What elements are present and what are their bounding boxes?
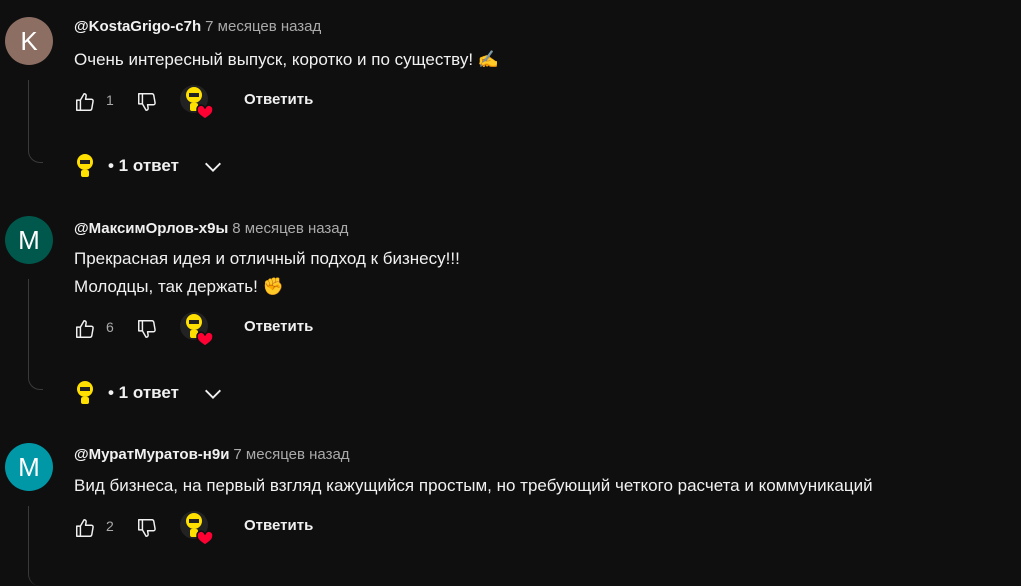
- replies-count[interactable]: • 1 ответ: [108, 383, 179, 403]
- comment-text: Прекрасная идея и отличный подход к бизн…: [74, 245, 460, 301]
- dislike-icon[interactable]: [136, 91, 158, 113]
- like-icon[interactable]: [74, 91, 96, 113]
- comment-header: @МаксимОрлов-х9ы 8 месяцев назад: [74, 220, 348, 237]
- avatar-letter: M: [18, 451, 40, 482]
- reply-button[interactable]: Ответить: [244, 517, 313, 534]
- avatar[interactable]: M: [5, 443, 53, 491]
- creator-heart-icon: [176, 310, 216, 350]
- replies-count[interactable]: • 1 ответ: [108, 156, 179, 176]
- chevron-down-icon[interactable]: [202, 383, 224, 405]
- comment-line: Очень интересный выпуск, коротко и по су…: [74, 50, 499, 69]
- author-name[interactable]: @МуратМуратов-н9и: [74, 446, 229, 463]
- creator-heart-icon: [176, 83, 216, 123]
- creator-heart-icon: [176, 509, 216, 549]
- author-name[interactable]: @KostaGrigo-c7h: [74, 18, 201, 35]
- thread-line: [28, 506, 43, 586]
- dislike-icon[interactable]: [136, 517, 158, 539]
- comment-header: @KostaGrigo-c7h 7 месяцев назад: [74, 18, 321, 35]
- avatar[interactable]: M: [5, 216, 53, 264]
- comment-line: Молодцы, так держать! ✊: [74, 277, 284, 296]
- like-count: 1: [106, 92, 114, 108]
- reply-button[interactable]: Ответить: [244, 91, 313, 108]
- dislike-icon[interactable]: [136, 318, 158, 340]
- timestamp[interactable]: 7 месяцев назад: [205, 18, 321, 35]
- like-icon[interactable]: [74, 318, 96, 340]
- like-count: 6: [106, 319, 114, 335]
- creator-avatar-icon: [74, 153, 96, 179]
- avatar-letter: M: [18, 224, 40, 255]
- thread-line: [28, 279, 43, 390]
- comment-header: @МуратМуратов-н9и 7 месяцев назад: [74, 446, 350, 463]
- reply-button[interactable]: Ответить: [244, 318, 313, 335]
- creator-avatar-icon: [74, 380, 96, 406]
- avatar[interactable]: K: [5, 17, 53, 65]
- comment-text: Вид бизнеса, на первый взгляд кажущийся …: [74, 472, 873, 500]
- like-icon[interactable]: [74, 517, 96, 539]
- timestamp[interactable]: 8 месяцев назад: [232, 220, 348, 237]
- chevron-down-icon[interactable]: [202, 156, 224, 178]
- timestamp[interactable]: 7 месяцев назад: [233, 446, 349, 463]
- comment-line: Вид бизнеса, на первый взгляд кажущийся …: [74, 476, 873, 495]
- comment-line: Прекрасная идея и отличный подход к бизн…: [74, 249, 460, 268]
- thread-line: [28, 80, 43, 163]
- avatar-letter: K: [20, 25, 38, 56]
- comment-text: Очень интересный выпуск, коротко и по су…: [74, 46, 499, 74]
- like-count: 2: [106, 518, 114, 534]
- author-name[interactable]: @МаксимОрлов-х9ы: [74, 220, 228, 237]
